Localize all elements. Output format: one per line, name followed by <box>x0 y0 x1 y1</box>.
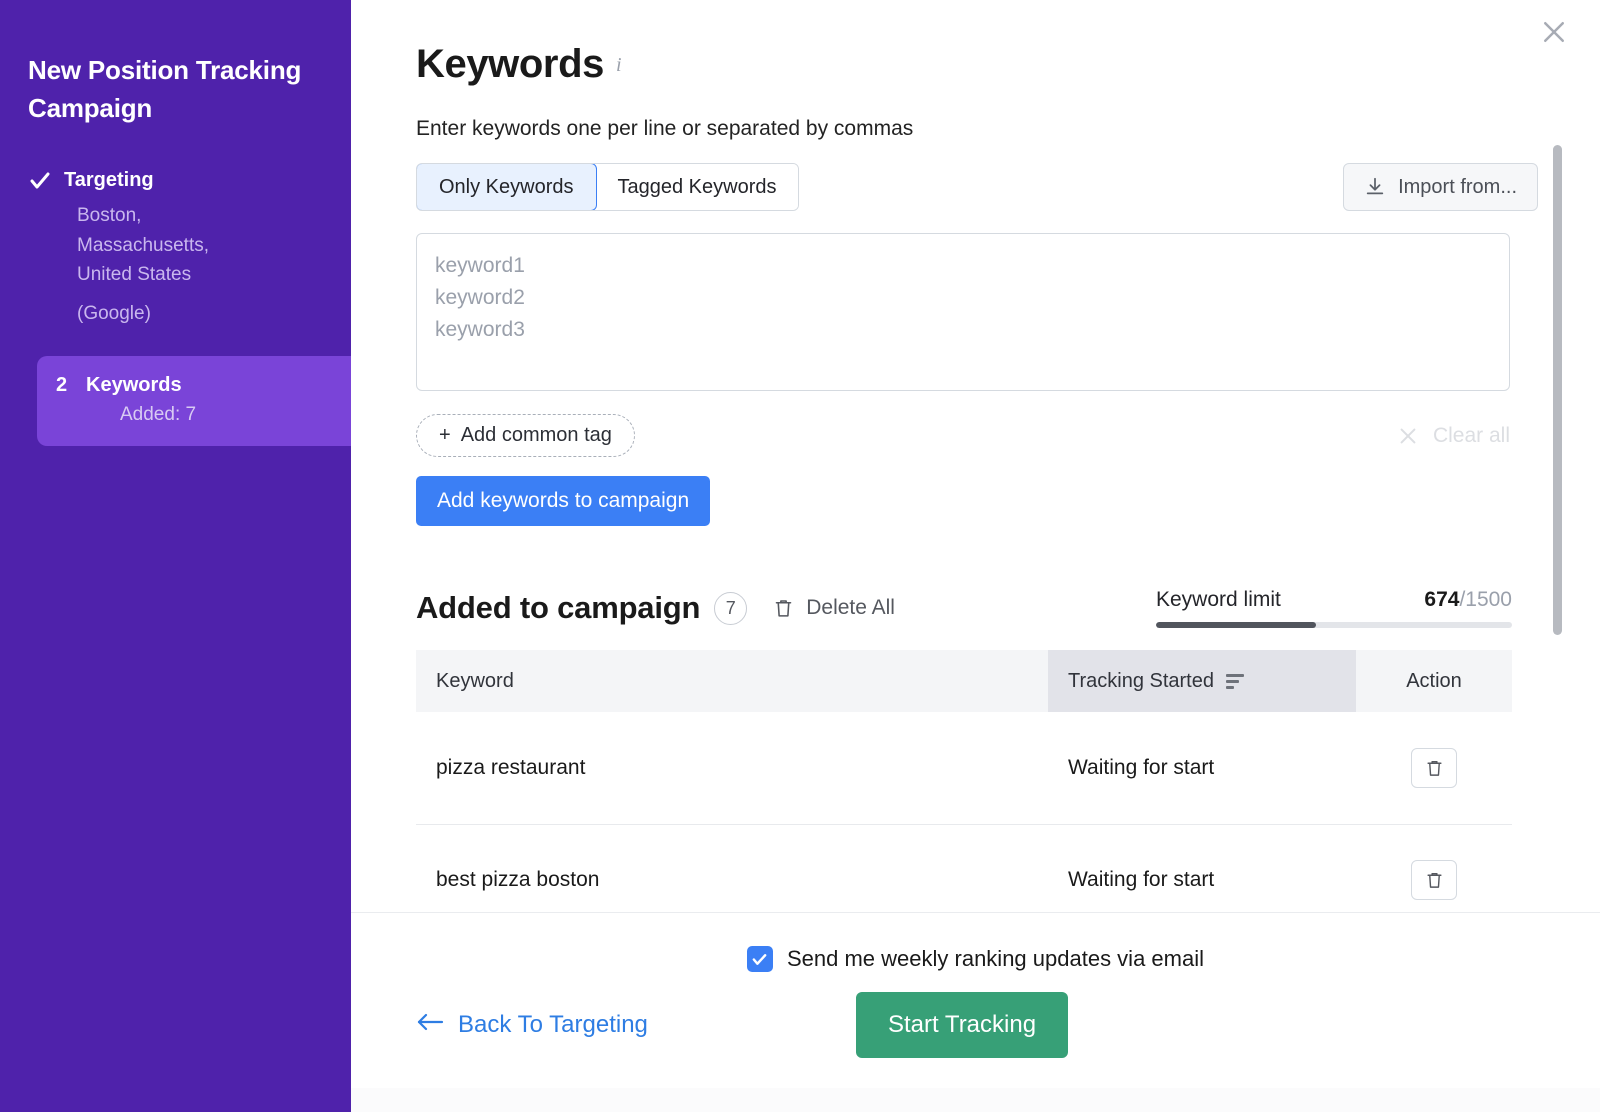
sidebar-step-keywords-sub: Added: 7 <box>120 404 367 426</box>
keyword-limit-progress <box>1156 622 1512 628</box>
sidebar-step-targeting-sub: Boston, Massachusetts, United States (Go… <box>77 201 267 328</box>
sidebar-step-keywords[interactable]: 2 Keywords Added: 7 <box>37 356 367 446</box>
column-header-tracking-started-label: Tracking Started <box>1068 670 1214 693</box>
added-count-badge: 7 <box>714 592 747 625</box>
wizard-steps: Targeting Boston, Massachusetts, United … <box>28 167 323 446</box>
delete-row-button[interactable] <box>1411 860 1457 900</box>
delete-all-label: Delete All <box>806 596 895 620</box>
weekly-updates-checkbox[interactable] <box>747 946 773 972</box>
added-keywords-table: Keyword Tracking Started Action pizza re… <box>416 650 1512 937</box>
start-tracking-button[interactable]: Start Tracking <box>856 992 1068 1058</box>
page-title: Keywords <box>416 42 604 87</box>
sidebar-step-targeting[interactable]: Targeting <box>28 167 323 193</box>
keyword-limit-used: 674 <box>1424 588 1459 611</box>
import-from-label: Import from... <box>1398 176 1517 199</box>
content-scrollbar-thumb[interactable] <box>1553 145 1562 635</box>
column-header-action-label: Action <box>1406 670 1462 692</box>
weekly-updates-label: Send me weekly ranking updates via email <box>787 946 1204 972</box>
position-tracking-wizard: New Position Tracking Campaign Targeting… <box>0 0 1600 1112</box>
info-icon[interactable]: i <box>616 54 622 77</box>
footer-bottom-strip <box>351 1088 1600 1112</box>
back-to-targeting-label: Back To Targeting <box>458 1011 648 1039</box>
add-common-tag-label: Add common tag <box>461 424 612 447</box>
close-icon <box>1397 425 1419 447</box>
keywords-mode-row: Only Keywords Tagged Keywords Import fro… <box>416 163 1600 211</box>
sidebar-step-keywords-label: Keywords <box>86 374 182 397</box>
check-icon <box>28 167 64 193</box>
download-icon <box>1364 176 1386 198</box>
clear-all-label: Clear all <box>1433 424 1510 448</box>
cell-action <box>1356 712 1512 824</box>
sidebar-step-targeting-label: Targeting <box>64 167 154 193</box>
delete-row-button[interactable] <box>1411 748 1457 788</box>
main-panel: Keywords i Enter keywords one per line o… <box>351 0 1600 1112</box>
keyword-limit: Keyword limit 674/1500 <box>1156 588 1512 628</box>
sidebar-footer-strip <box>0 1086 351 1112</box>
table-row: pizza restaurantWaiting for start <box>416 712 1512 824</box>
sidebar-step-keywords-number: 2 <box>37 374 86 397</box>
wizard-sidebar: New Position Tracking Campaign Targeting… <box>0 0 351 1112</box>
plus-icon: + <box>439 424 451 447</box>
trash-icon <box>773 597 794 619</box>
delete-all-button[interactable]: Delete All <box>773 596 895 620</box>
keyword-limit-label: Keyword limit <box>1156 588 1281 612</box>
campaign-title: New Position Tracking Campaign <box>28 52 328 127</box>
keyword-limit-progress-fill <box>1156 622 1316 628</box>
cell-tracking-started: Waiting for start <box>1048 712 1356 824</box>
back-to-targeting-button[interactable]: Back To Targeting <box>416 1011 856 1040</box>
trash-icon <box>1425 870 1444 890</box>
trash-icon <box>1425 758 1444 778</box>
keywords-mode-segmented: Only Keywords Tagged Keywords <box>416 163 799 211</box>
tab-tagged-keywords[interactable]: Tagged Keywords <box>596 164 799 210</box>
arrow-left-icon <box>416 1011 444 1040</box>
keyword-limit-total: /1500 <box>1459 588 1512 611</box>
column-header-keyword-label: Keyword <box>436 670 514 692</box>
keywords-hint: Enter keywords one per line or separated… <box>416 117 1600 141</box>
import-from-button[interactable]: Import from... <box>1343 163 1538 211</box>
added-to-campaign-title: Added to campaign <box>416 590 700 626</box>
column-header-tracking-started[interactable]: Tracking Started <box>1048 650 1356 712</box>
sort-descending-icon <box>1226 674 1244 689</box>
add-common-tag-button[interactable]: + Add common tag <box>416 414 635 457</box>
add-keywords-to-campaign-button[interactable]: Add keywords to campaign <box>416 476 710 526</box>
wizard-footer: Send me weekly ranking updates via email… <box>351 912 1600 1112</box>
keywords-input[interactable] <box>416 233 1510 391</box>
table-header-row: Keyword Tracking Started Action <box>416 650 1512 712</box>
column-header-keyword[interactable]: Keyword <box>416 650 1048 712</box>
column-header-action: Action <box>1356 650 1512 712</box>
cell-keyword: pizza restaurant <box>416 712 1048 824</box>
targeting-location: Boston, Massachusetts, United States <box>77 205 209 285</box>
targeting-search-engine: (Google) <box>77 299 267 328</box>
tab-only-keywords[interactable]: Only Keywords <box>416 163 597 211</box>
clear-all-button[interactable]: Clear all <box>1397 424 1510 448</box>
keywords-step-content: Keywords i Enter keywords one per line o… <box>351 0 1600 912</box>
